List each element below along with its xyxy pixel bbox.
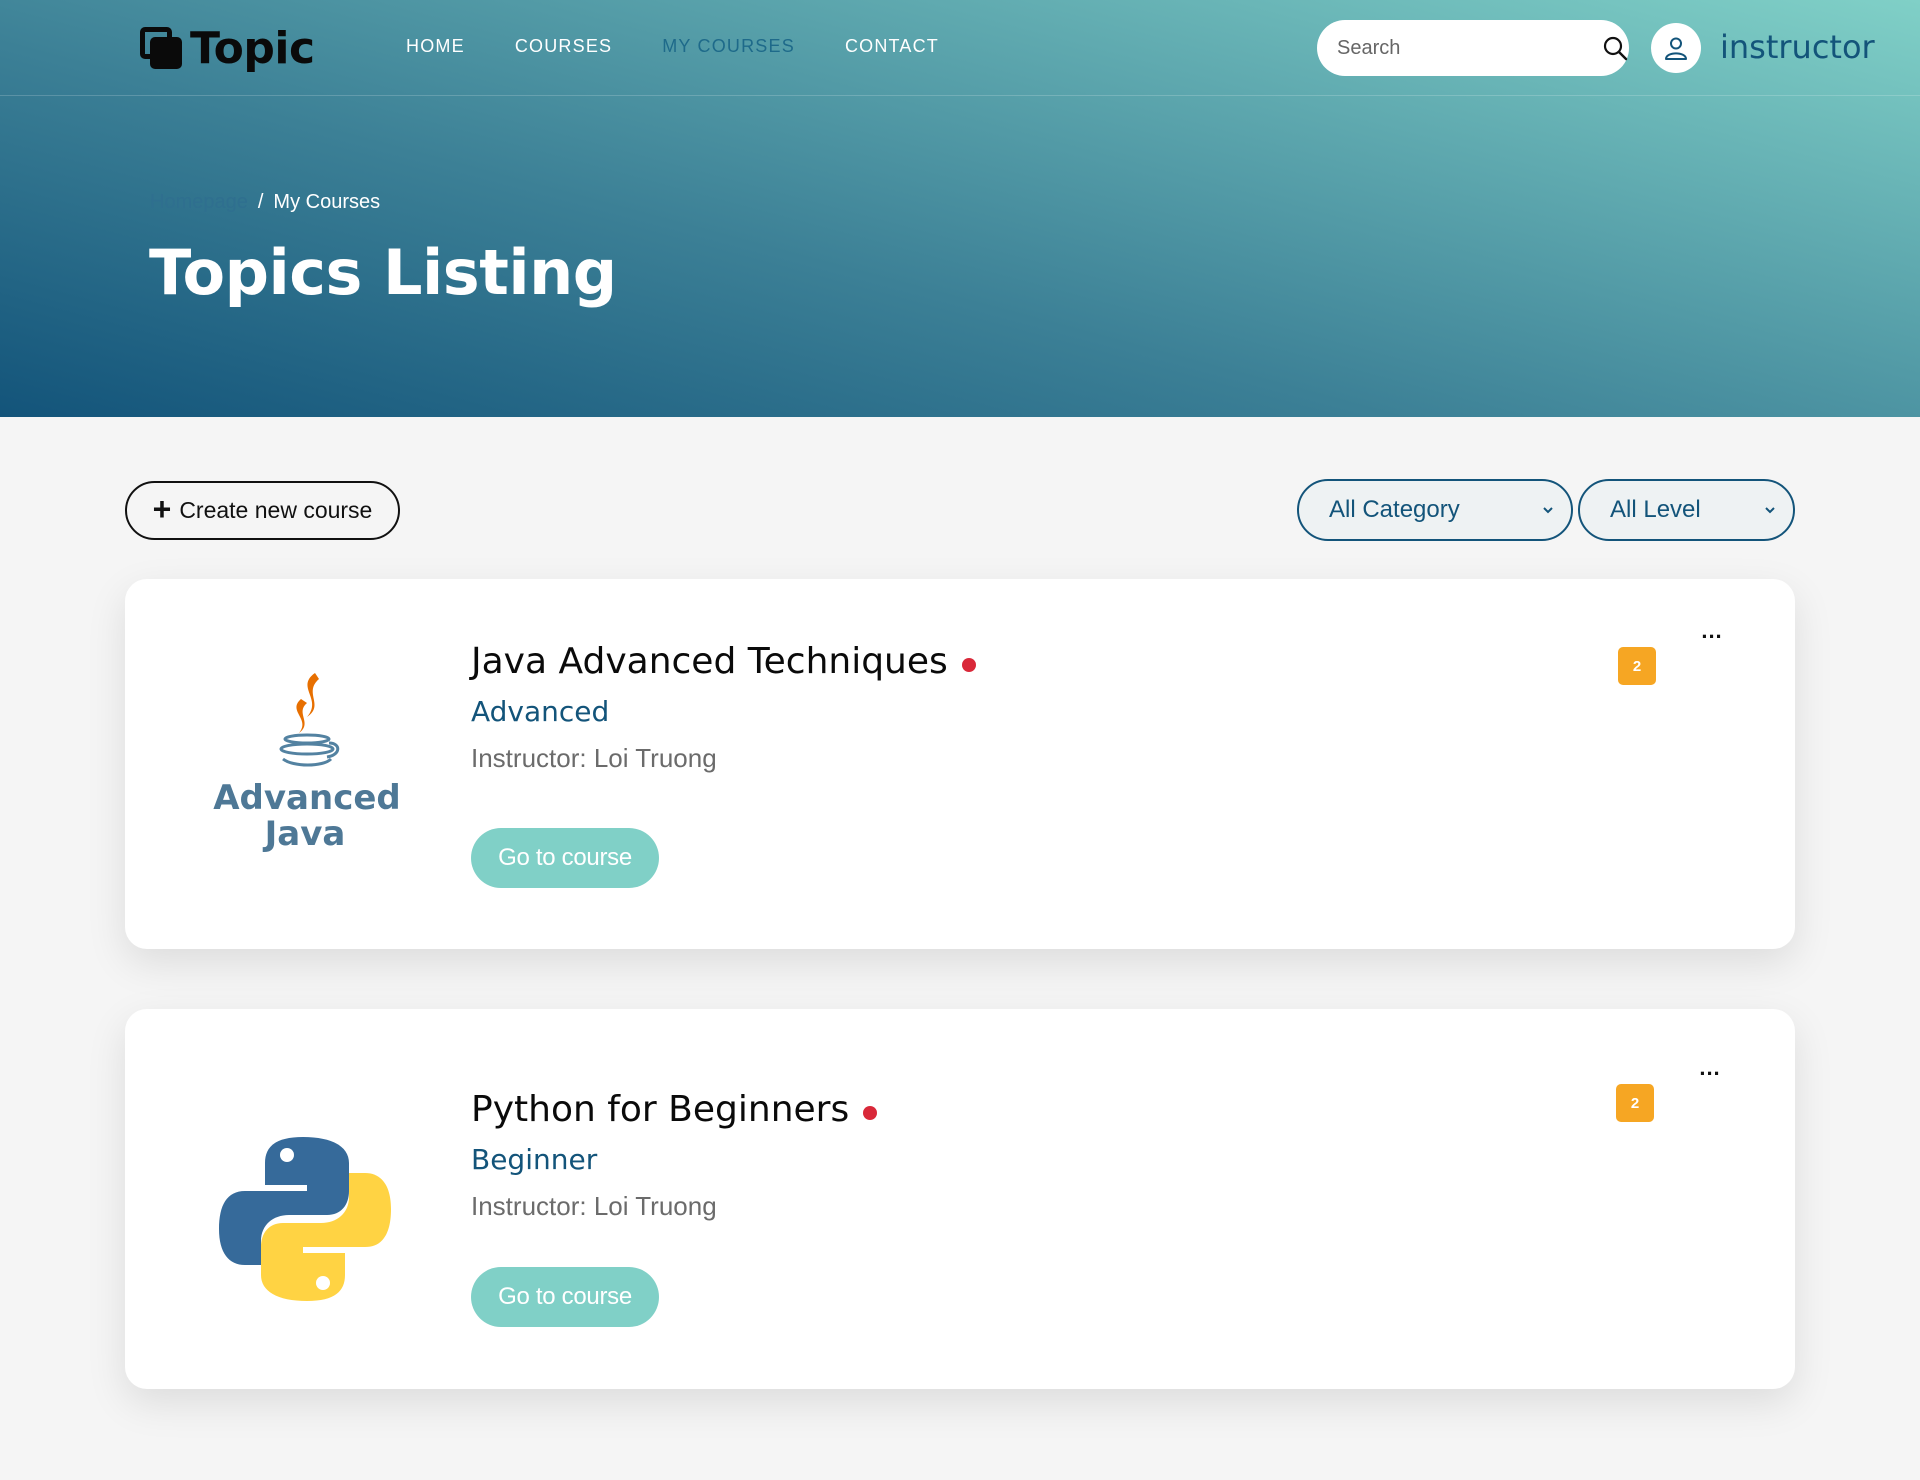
create-course-label: Create new course (179, 497, 373, 523)
status-dot (961, 657, 976, 672)
course-title-text: Python for Beginners (471, 1089, 850, 1130)
course-level: Advanced (471, 695, 610, 728)
search-box (1317, 20, 1629, 76)
brand-logo[interactable]: Topic (138, 22, 315, 74)
breadcrumb: Homepage / My Courses (150, 191, 380, 214)
nav-menu: HOME COURSES MY COURSES CONTACT (406, 36, 939, 57)
count-badge: 2 (1618, 647, 1656, 685)
search-icon[interactable] (1602, 33, 1628, 63)
nav-contact[interactable]: CONTACT (845, 36, 939, 57)
navbar: Topic HOME COURSES MY COURSES CONTACT in… (0, 0, 1920, 96)
category-select-value: All Category (1329, 496, 1460, 523)
course-card: Python for Beginners Beginner Instructor… (125, 1009, 1795, 1389)
level-select-value: All Level (1610, 496, 1701, 523)
create-course-button[interactable]: + Create new course (125, 481, 400, 540)
chevron-down-icon (1765, 507, 1775, 514)
course-title: Java Advanced Techniques (471, 641, 976, 682)
plus-icon: + (152, 491, 172, 527)
brand-squares-icon (138, 25, 184, 71)
search-input[interactable] (1337, 36, 1602, 60)
page-title: Topics Listing (149, 236, 617, 309)
course-level: Beginner (471, 1143, 598, 1176)
count-badge: 2 (1616, 1084, 1654, 1122)
nav-home[interactable]: HOME (406, 36, 465, 57)
course-title-text: Java Advanced Techniques (471, 641, 948, 682)
java-logo: Advanced Java (195, 659, 415, 879)
more-options-icon[interactable]: ... (1692, 619, 1732, 643)
course-instructor: Instructor: Loi Truong (471, 743, 717, 773)
go-to-course-button[interactable]: Go to course (471, 828, 659, 888)
category-select[interactable]: All Category (1297, 479, 1573, 541)
java-logo-text-advanced: Advanced (213, 778, 401, 818)
course-title: Python for Beginners (471, 1089, 878, 1130)
breadcrumb-current: My Courses (273, 191, 381, 213)
level-select[interactable]: All Level (1578, 479, 1795, 541)
nav-my-courses[interactable]: MY COURSES (662, 36, 795, 57)
status-dot (863, 1105, 878, 1120)
course-card: Advanced Java Java Advanced Techniques A… (125, 579, 1795, 949)
more-options-icon[interactable]: ... (1690, 1056, 1730, 1080)
brand-name: Topic (190, 22, 315, 74)
python-logo (195, 1109, 415, 1329)
chevron-down-icon (1543, 507, 1553, 514)
nav-courses[interactable]: COURSES (515, 36, 612, 57)
breadcrumb-home[interactable]: Homepage (150, 191, 248, 214)
user-name[interactable]: instructor (1720, 28, 1875, 66)
go-to-course-button[interactable]: Go to course (471, 1267, 659, 1327)
breadcrumb-separator: / (257, 191, 264, 213)
hero-banner: Topic HOME COURSES MY COURSES CONTACT in… (0, 0, 1920, 417)
java-logo-text-java: Java (263, 814, 346, 854)
user-icon[interactable] (1651, 23, 1701, 73)
course-instructor: Instructor: Loi Truong (471, 1191, 717, 1221)
